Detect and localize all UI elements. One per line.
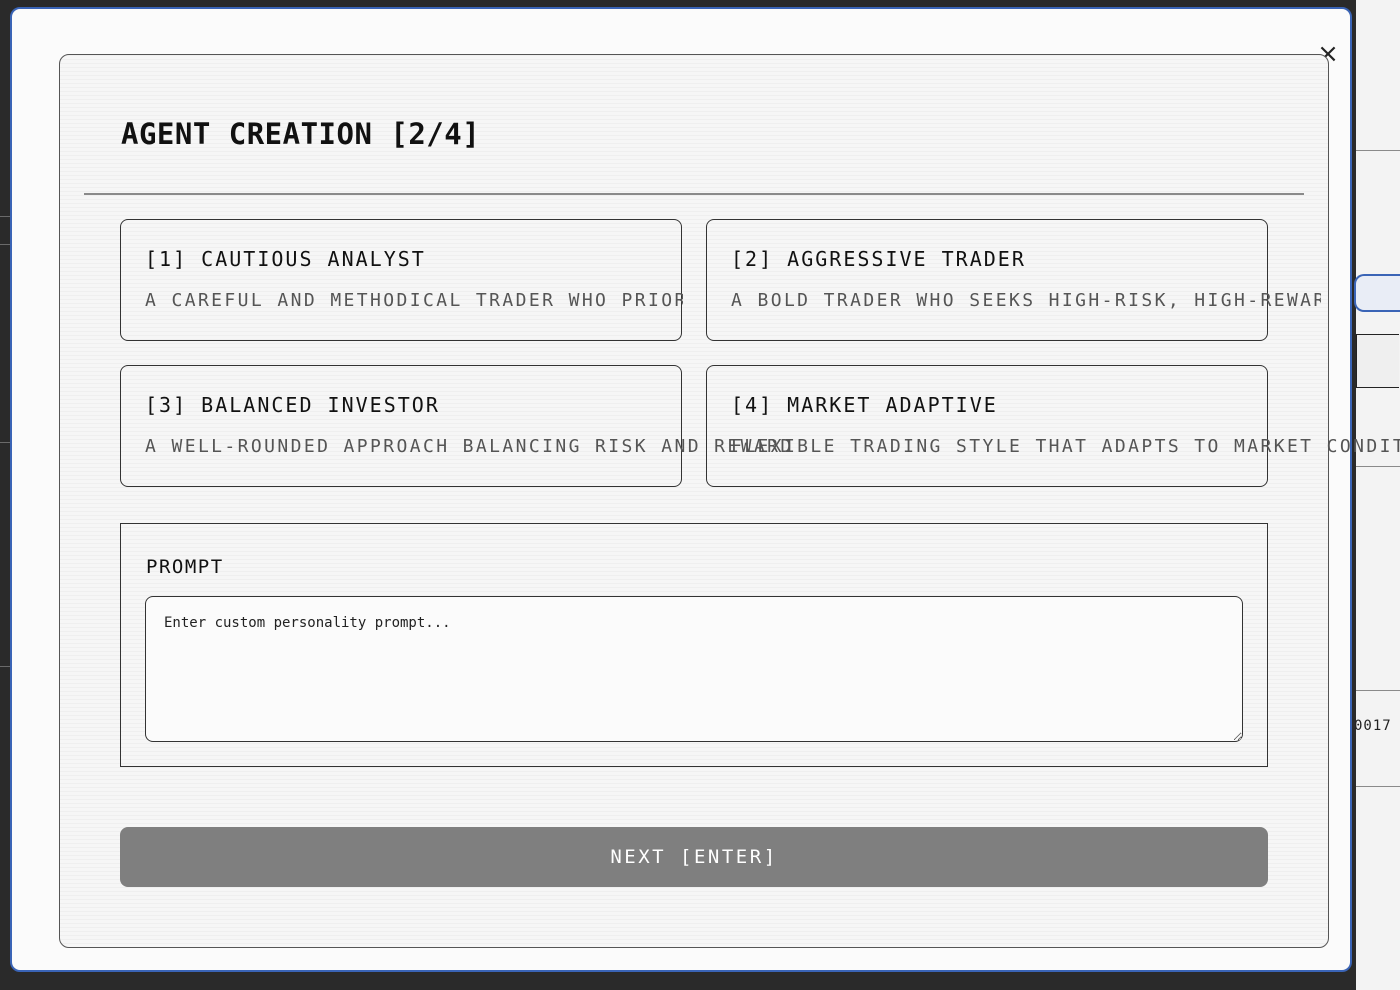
option-title: [4] MARKET ADAPTIVE	[731, 393, 998, 417]
background-divider	[1356, 466, 1400, 467]
option-description: A WELL-ROUNDED APPROACH BALANCING RISK A…	[145, 436, 794, 457]
modal-dialog: × AGENT CREATION [2/4] [1] CAUTIOUS ANAL…	[10, 7, 1400, 972]
prompt-label: PROMPT	[146, 556, 224, 578]
agent-creation-card: AGENT CREATION [2/4] [1] CAUTIOUS ANALYS…	[59, 54, 1400, 948]
option-card-balanced-investor[interactable]: [3] BALANCED INVESTOR A WELL-ROUNDED APP…	[120, 365, 791, 487]
background-tab[interactable]	[1354, 274, 1400, 312]
background-divider	[0, 442, 10, 443]
background-divider	[1356, 150, 1400, 151]
option-card-aggressive-trader[interactable]: [2] AGGRESSIVE TRADER A BOLD TRADER WHO …	[706, 219, 1321, 341]
option-description: A CAREFUL AND METHODICAL TRADER WHO PRIO…	[145, 290, 683, 311]
background-partial-text: 0017	[1354, 718, 1392, 734]
background-divider	[0, 244, 10, 245]
background-divider	[0, 666, 10, 667]
next-button[interactable]: NEXT [ENTER]	[120, 827, 1268, 887]
prompt-textarea[interactable]	[145, 596, 1243, 742]
option-card-market-adaptive[interactable]: [4] MARKET ADAPTIVE FLEXIBLE TRADING STY…	[706, 365, 1400, 487]
option-description: FLEXIBLE TRADING STYLE THAT ADAPTS TO MA…	[731, 436, 1400, 457]
option-card-cautious-analyst[interactable]: [1] CAUTIOUS ANALYST A CAREFUL AND METHO…	[120, 219, 683, 341]
option-title: [1] CAUTIOUS ANALYST	[145, 247, 426, 271]
background-divider	[1356, 690, 1400, 691]
prompt-section: PROMPT	[120, 523, 1268, 767]
background-panel	[1356, 0, 1400, 990]
option-description: A BOLD TRADER WHO SEEKS HIGH-RISK, HIGH-…	[731, 290, 1321, 311]
title-divider	[84, 193, 1304, 195]
background-divider	[0, 216, 10, 217]
background-divider	[1356, 786, 1400, 787]
background-box	[1356, 334, 1399, 388]
option-title: [3] BALANCED INVESTOR	[145, 393, 440, 417]
page-title: AGENT CREATION [2/4]	[121, 117, 481, 151]
option-title: [2] AGGRESSIVE TRADER	[731, 247, 1026, 271]
